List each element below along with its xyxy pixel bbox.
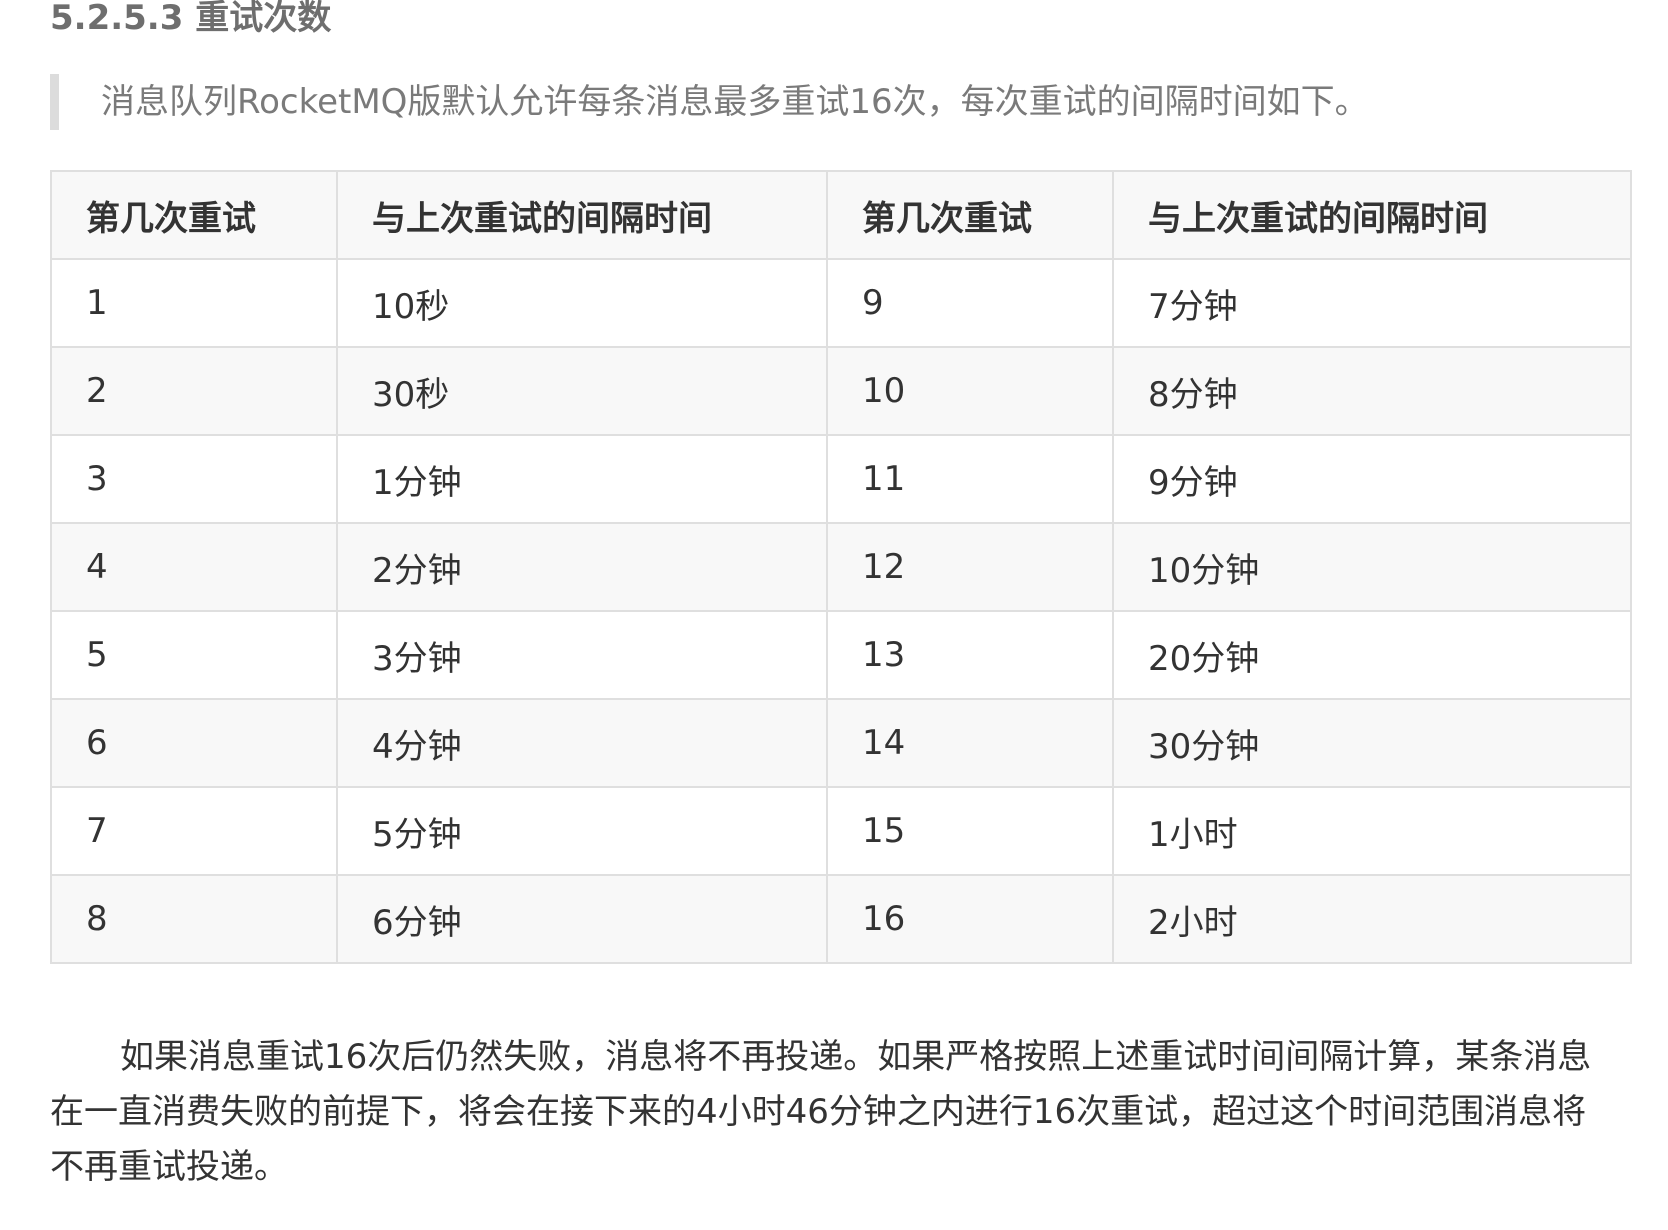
header-retry-number: 第几次重试 — [50, 170, 338, 260]
blockquote: 消息队列RocketMQ版默认允许每条消息最多重试16次，每次重试的间隔时间如下… — [50, 74, 1620, 130]
table-cell: 8分钟 — [1112, 346, 1632, 436]
table-cell: 1小时 — [1112, 786, 1632, 876]
section-heading: 5.2.5.3 重试次数 — [50, 0, 332, 38]
table-row: 8 6分钟 16 2小时 — [50, 874, 1632, 964]
table-cell: 2小时 — [1112, 874, 1632, 964]
table-row: 6 4分钟 14 30分钟 — [50, 698, 1632, 788]
table-cell: 1 — [50, 258, 338, 348]
table-cell: 3分钟 — [336, 610, 828, 700]
table-cell: 6 — [50, 698, 338, 788]
table-cell: 4分钟 — [336, 698, 828, 788]
table-cell: 5 — [50, 610, 338, 700]
table-cell: 10分钟 — [1112, 522, 1632, 612]
table-cell: 6分钟 — [336, 874, 828, 964]
header-interval: 与上次重试的间隔时间 — [1112, 170, 1632, 260]
table-cell: 7 — [50, 786, 338, 876]
table-cell: 20分钟 — [1112, 610, 1632, 700]
table-row: 1 10秒 9 7分钟 — [50, 258, 1632, 348]
table-row: 7 5分钟 15 1小时 — [50, 786, 1632, 876]
table-cell: 5分钟 — [336, 786, 828, 876]
table-cell: 11 — [826, 434, 1114, 524]
table-cell: 13 — [826, 610, 1114, 700]
table-cell: 14 — [826, 698, 1114, 788]
table-cell: 7分钟 — [1112, 258, 1632, 348]
table-cell: 2 — [50, 346, 338, 436]
table-cell: 16 — [826, 874, 1114, 964]
table-cell: 10秒 — [336, 258, 828, 348]
table-cell: 8 — [50, 874, 338, 964]
table-cell: 10 — [826, 346, 1114, 436]
table-cell: 4 — [50, 522, 338, 612]
table-cell: 30分钟 — [1112, 698, 1632, 788]
table-row: 2 30秒 10 8分钟 — [50, 346, 1632, 436]
header-interval: 与上次重试的间隔时间 — [336, 170, 828, 260]
table-cell: 9分钟 — [1112, 434, 1632, 524]
header-retry-number: 第几次重试 — [826, 170, 1114, 260]
table-cell: 15 — [826, 786, 1114, 876]
table-cell: 9 — [826, 258, 1114, 348]
body-paragraph: 如果消息重试16次后仍然失败，消息将不再投递。如果严格按照上述重试时间间隔计算，… — [50, 1037, 1592, 1187]
table-header-row: 第几次重试 与上次重试的间隔时间 第几次重试 与上次重试的间隔时间 — [50, 170, 1632, 260]
table-row: 3 1分钟 11 9分钟 — [50, 434, 1632, 524]
table-cell: 30秒 — [336, 346, 828, 436]
table-row: 4 2分钟 12 10分钟 — [50, 522, 1632, 612]
table-cell: 1分钟 — [336, 434, 828, 524]
table-cell: 12 — [826, 522, 1114, 612]
table-cell: 3 — [50, 434, 338, 524]
retry-interval-table: 第几次重试 与上次重试的间隔时间 第几次重试 与上次重试的间隔时间 1 10秒 … — [50, 170, 1632, 964]
table-row: 5 3分钟 13 20分钟 — [50, 610, 1632, 700]
table-cell: 2分钟 — [336, 522, 828, 612]
